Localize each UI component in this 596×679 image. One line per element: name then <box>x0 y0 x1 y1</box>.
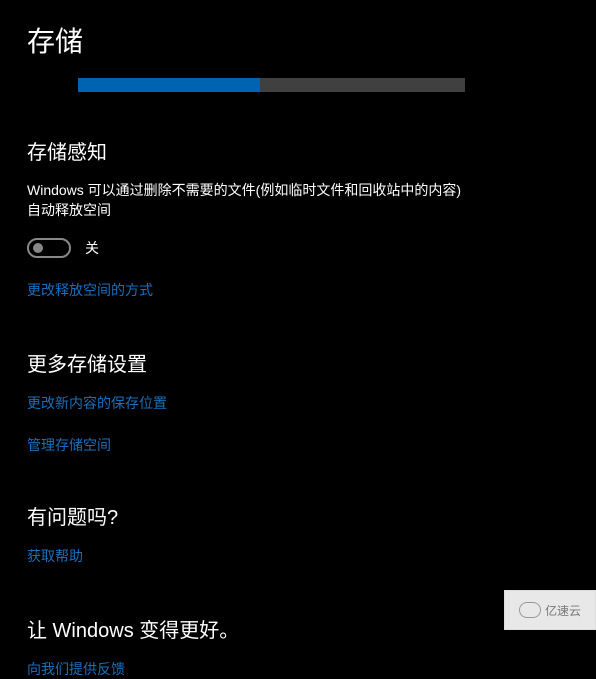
help-heading: 有问题吗? <box>27 501 569 530</box>
feedback-heading: 让 Windows 变得更好。 <box>27 614 569 643</box>
storage-sense-heading: 存储感知 <box>27 136 569 165</box>
cloud-icon <box>519 602 541 618</box>
change-free-space-link[interactable]: 更改释放空间的方式 <box>27 280 569 300</box>
more-storage-heading: 更多存储设置 <box>27 348 569 377</box>
page-title: 存储 <box>27 20 569 60</box>
watermark-badge: 亿速云 <box>504 590 596 630</box>
storage-sense-description: Windows 可以通过删除不需要的文件(例如临时文件和回收站中的内容)自动释放… <box>27 181 467 220</box>
change-save-location-link[interactable]: 更改新内容的保存位置 <box>27 393 569 413</box>
toggle-knob <box>33 243 43 253</box>
storage-usage-fill <box>78 78 260 92</box>
manage-storage-link[interactable]: 管理存储空间 <box>27 435 569 455</box>
storage-sense-toggle-row: 关 <box>27 238 569 258</box>
give-feedback-link[interactable]: 向我们提供反馈 <box>27 659 569 679</box>
watermark-text: 亿速云 <box>545 602 581 619</box>
storage-usage-bar <box>78 78 465 92</box>
storage-sense-toggle[interactable] <box>27 238 71 258</box>
get-help-link[interactable]: 获取帮助 <box>27 546 569 566</box>
toggle-state-label: 关 <box>85 238 99 258</box>
